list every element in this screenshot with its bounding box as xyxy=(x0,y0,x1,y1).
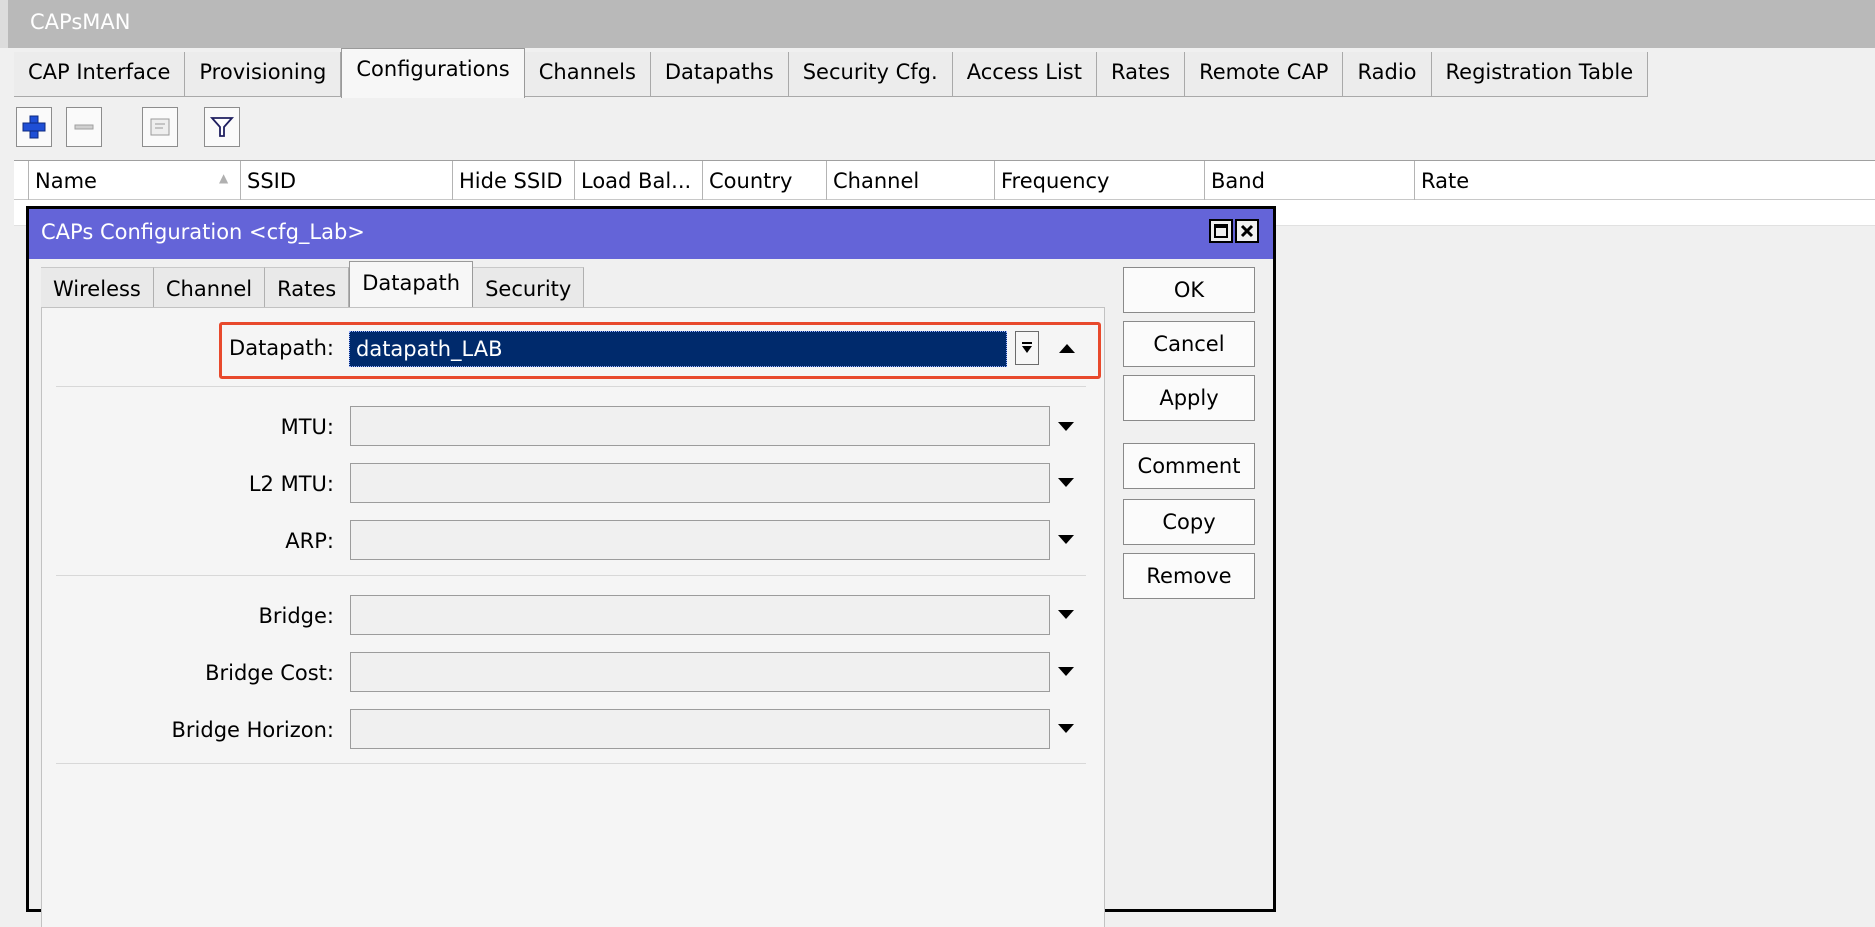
tab-channels[interactable]: Channels xyxy=(524,52,651,97)
maximize-icon xyxy=(1214,224,1228,238)
sort-asc-icon: ▲ xyxy=(219,171,229,185)
note-icon xyxy=(150,118,170,136)
column-country[interactable]: Country xyxy=(702,161,826,201)
close-button[interactable] xyxy=(1235,219,1259,243)
column-frequency[interactable]: Frequency xyxy=(994,161,1204,201)
bridge-horizon-dropdown-icon[interactable] xyxy=(1058,724,1074,733)
column-ssid[interactable]: SSID xyxy=(240,161,452,201)
column-hide-ssid[interactable]: Hide SSID xyxy=(452,161,574,201)
caps-configuration-dialog: CAPs Configuration <cfg_Lab> Wireless Ch… xyxy=(26,206,1276,927)
dialog-title: CAPs Configuration <cfg_Lab> xyxy=(41,220,365,244)
l2mtu-field[interactable] xyxy=(350,463,1050,503)
arp-field[interactable] xyxy=(350,520,1050,560)
tab-datapath[interactable]: Datapath xyxy=(349,261,474,309)
main-tab-bar: CAP Interface Provisioning Configuration… xyxy=(14,48,1875,98)
maximize-button[interactable] xyxy=(1209,219,1233,243)
mtu-dropdown-icon[interactable] xyxy=(1058,422,1074,431)
apply-button[interactable]: Apply xyxy=(1123,375,1255,421)
bridge-field[interactable] xyxy=(350,595,1050,635)
tab-cap-interface[interactable]: CAP Interface xyxy=(14,52,186,97)
column-band[interactable]: Band xyxy=(1204,161,1414,201)
column-name[interactable]: Name ▲ xyxy=(28,161,240,201)
column-load-balance[interactable]: Load Bal... xyxy=(574,161,702,201)
comment-button[interactable] xyxy=(142,107,178,147)
bridge-horizon-label: Bridge Horizon: xyxy=(171,718,335,742)
tab-security-cfg[interactable]: Security Cfg. xyxy=(788,52,953,97)
l2mtu-label: L2 MTU: xyxy=(248,472,334,496)
cancel-button[interactable]: Cancel xyxy=(1123,321,1255,367)
tab-configurations[interactable]: Configurations xyxy=(341,48,525,98)
column-channel[interactable]: Channel xyxy=(826,161,994,201)
arp-label: ARP: xyxy=(285,529,334,553)
bridge-cost-dropdown-icon[interactable] xyxy=(1058,667,1074,676)
plus-icon xyxy=(22,115,46,139)
bridge-horizon-field[interactable] xyxy=(350,709,1050,749)
copy-button[interactable]: Copy xyxy=(1123,499,1255,545)
tab-rates[interactable]: Rates xyxy=(1096,52,1186,97)
arp-dropdown-icon[interactable] xyxy=(1058,535,1074,544)
tab-provisioning[interactable]: Provisioning xyxy=(185,52,342,97)
separator xyxy=(56,763,1086,764)
l2mtu-dropdown-icon[interactable] xyxy=(1058,478,1074,487)
bridge-label: Bridge: xyxy=(258,604,334,628)
tab-registration-table[interactable]: Registration Table xyxy=(1431,52,1649,97)
separator xyxy=(56,575,1086,576)
mtu-field[interactable] xyxy=(350,406,1050,446)
bridge-dropdown-icon[interactable] xyxy=(1058,610,1074,619)
column-rate[interactable]: Rate xyxy=(1414,161,1875,201)
add-button[interactable] xyxy=(16,107,52,147)
table-header: Name ▲ SSID Hide SSID Load Bal... Country… xyxy=(14,160,1875,201)
ok-button[interactable]: OK xyxy=(1123,267,1255,313)
close-icon xyxy=(1240,224,1254,238)
window-title: CAPsMAN xyxy=(0,0,1875,48)
tab-datapaths[interactable]: Datapaths xyxy=(650,52,789,97)
filter-icon xyxy=(209,117,235,137)
remove-button[interactable]: Remove xyxy=(1123,553,1255,599)
comment-button[interactable]: Comment xyxy=(1123,443,1255,489)
dialog-tab-bar: Wireless Channel Rates Datapath Security xyxy=(41,261,585,309)
tab-rates[interactable]: Rates xyxy=(265,267,350,309)
separator xyxy=(56,386,1086,387)
remove-button[interactable] xyxy=(66,107,102,147)
dialog-title-bar: CAPs Configuration <cfg_Lab> xyxy=(29,209,1273,259)
bridge-cost-label: Bridge Cost: xyxy=(205,661,334,685)
bridge-cost-field[interactable] xyxy=(350,652,1050,692)
tab-channel[interactable]: Channel xyxy=(153,267,266,309)
tab-access-list[interactable]: Access List xyxy=(952,52,1097,97)
mtu-label: MTU: xyxy=(280,415,334,439)
minus-icon xyxy=(74,124,94,130)
filter-button[interactable] xyxy=(204,107,240,147)
datapath-panel: Datapath: MTU: L2 MTU: ARP: Bridge: Brid… xyxy=(41,307,1105,927)
toolbar xyxy=(14,100,1875,156)
datapath-highlight-box xyxy=(219,322,1101,379)
tab-remote-cap[interactable]: Remote CAP xyxy=(1185,52,1344,97)
tab-security[interactable]: Security xyxy=(473,267,585,309)
tab-radio[interactable]: Radio xyxy=(1343,52,1432,97)
tab-wireless[interactable]: Wireless xyxy=(41,267,154,309)
